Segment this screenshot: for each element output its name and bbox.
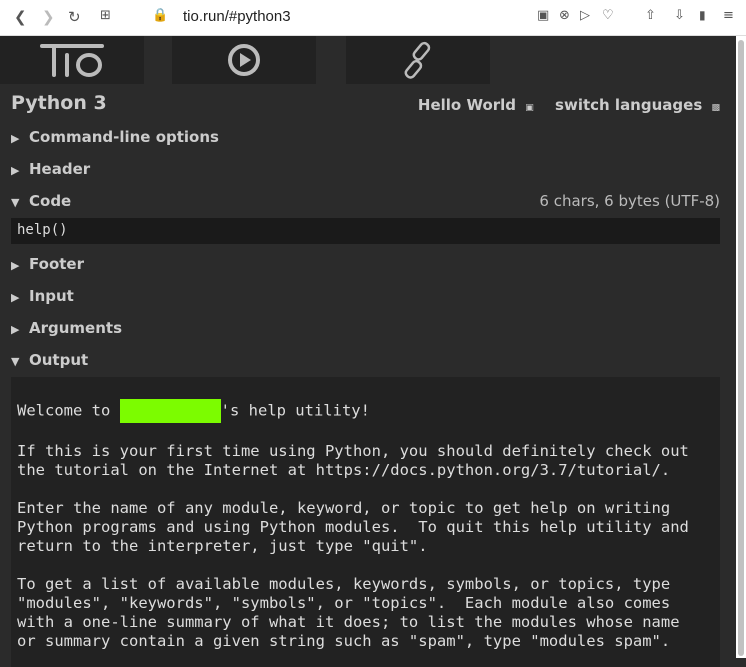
language-title: Python 3 — [11, 92, 107, 114]
code-editor[interactable]: help() — [11, 218, 720, 244]
run-button[interactable] — [172, 36, 316, 84]
lock-icon: 🔒 — [152, 8, 169, 23]
expand-icon: ▶ — [11, 132, 20, 145]
collapse-icon: ▼ — [11, 355, 20, 368]
output-text: If this is your first time using Python,… — [17, 442, 689, 650]
tio-logo-button[interactable] — [0, 36, 144, 84]
section-label: Footer — [29, 255, 84, 273]
send-icon[interactable]: ▷ — [580, 8, 590, 23]
section-label: Command-line options — [29, 128, 219, 146]
section-input[interactable]: ▶ Input — [11, 287, 74, 305]
heart-icon[interactable]: ♡ — [602, 8, 614, 23]
section-label: Arguments — [29, 319, 123, 337]
tio-logo-icon — [40, 44, 104, 77]
output-panel[interactable]: Welcome to 's help utility! If this is y… — [11, 377, 720, 667]
battery-icon: ▮ — [699, 8, 706, 22]
section-label: Output — [29, 351, 89, 369]
section-label: Code — [29, 192, 72, 210]
scrollbar-thumb[interactable] — [738, 40, 744, 656]
section-command-line-options[interactable]: ▶ Command-line options — [11, 128, 219, 146]
switch-languages-icon[interactable]: ▩ — [711, 103, 720, 113]
permalink-button[interactable] — [346, 36, 490, 84]
shield-icon[interactable]: ⊗ — [559, 8, 570, 23]
hello-world-icon[interactable]: ▣ — [525, 103, 534, 113]
expand-icon: ▶ — [11, 291, 20, 304]
tabs-grid-icon[interactable]: ⊞ — [100, 8, 111, 23]
section-header[interactable]: ▶ Header — [11, 160, 90, 178]
expand-icon: ▶ — [11, 323, 20, 336]
camera-icon[interactable]: ▣ — [537, 8, 549, 23]
code-byte-count: 6 chars, 6 bytes (UTF-8) — [539, 192, 720, 210]
play-icon — [228, 44, 260, 76]
output-text: 's help utility! — [220, 401, 370, 420]
expand-icon: ▶ — [11, 164, 20, 177]
expand-icon: ▶ — [11, 259, 20, 272]
collapse-icon: ▼ — [11, 196, 20, 209]
output-text: Welcome to — [17, 401, 120, 420]
settings-icon[interactable]: ≡ — [723, 8, 734, 23]
tio-page: Python 3 Hello World ▣ switch languages … — [0, 36, 736, 667]
section-output[interactable]: ▼ Output — [11, 351, 88, 369]
section-footer[interactable]: ▶ Footer — [11, 255, 84, 273]
switch-languages-link[interactable]: switch languages — [555, 96, 702, 114]
hello-world-link[interactable]: Hello World — [418, 96, 516, 114]
link-icon — [404, 41, 431, 79]
redacted-block — [119, 399, 221, 423]
scrollbar[interactable] — [736, 36, 746, 658]
share-icon[interactable]: ⇧ — [645, 8, 656, 23]
url-bar[interactable]: tio.run/#python3 — [183, 8, 291, 25]
back-icon[interactable]: ❮ — [14, 8, 27, 26]
download-icon[interactable]: ⇩ — [674, 8, 685, 23]
reload-icon[interactable]: ↻ — [68, 8, 81, 26]
browser-toolbar: ❮ ❯ ↻ ⊞ 🔒 tio.run/#python3 ▣ ⊗ ▷ ♡ ⇧ ⇩ ▮… — [0, 0, 746, 36]
section-label: Header — [29, 160, 91, 178]
section-arguments[interactable]: ▶ Arguments — [11, 319, 122, 337]
section-code[interactable]: ▼ Code — [11, 192, 71, 210]
section-label: Input — [29, 287, 74, 305]
forward-icon[interactable]: ❯ — [42, 8, 55, 26]
